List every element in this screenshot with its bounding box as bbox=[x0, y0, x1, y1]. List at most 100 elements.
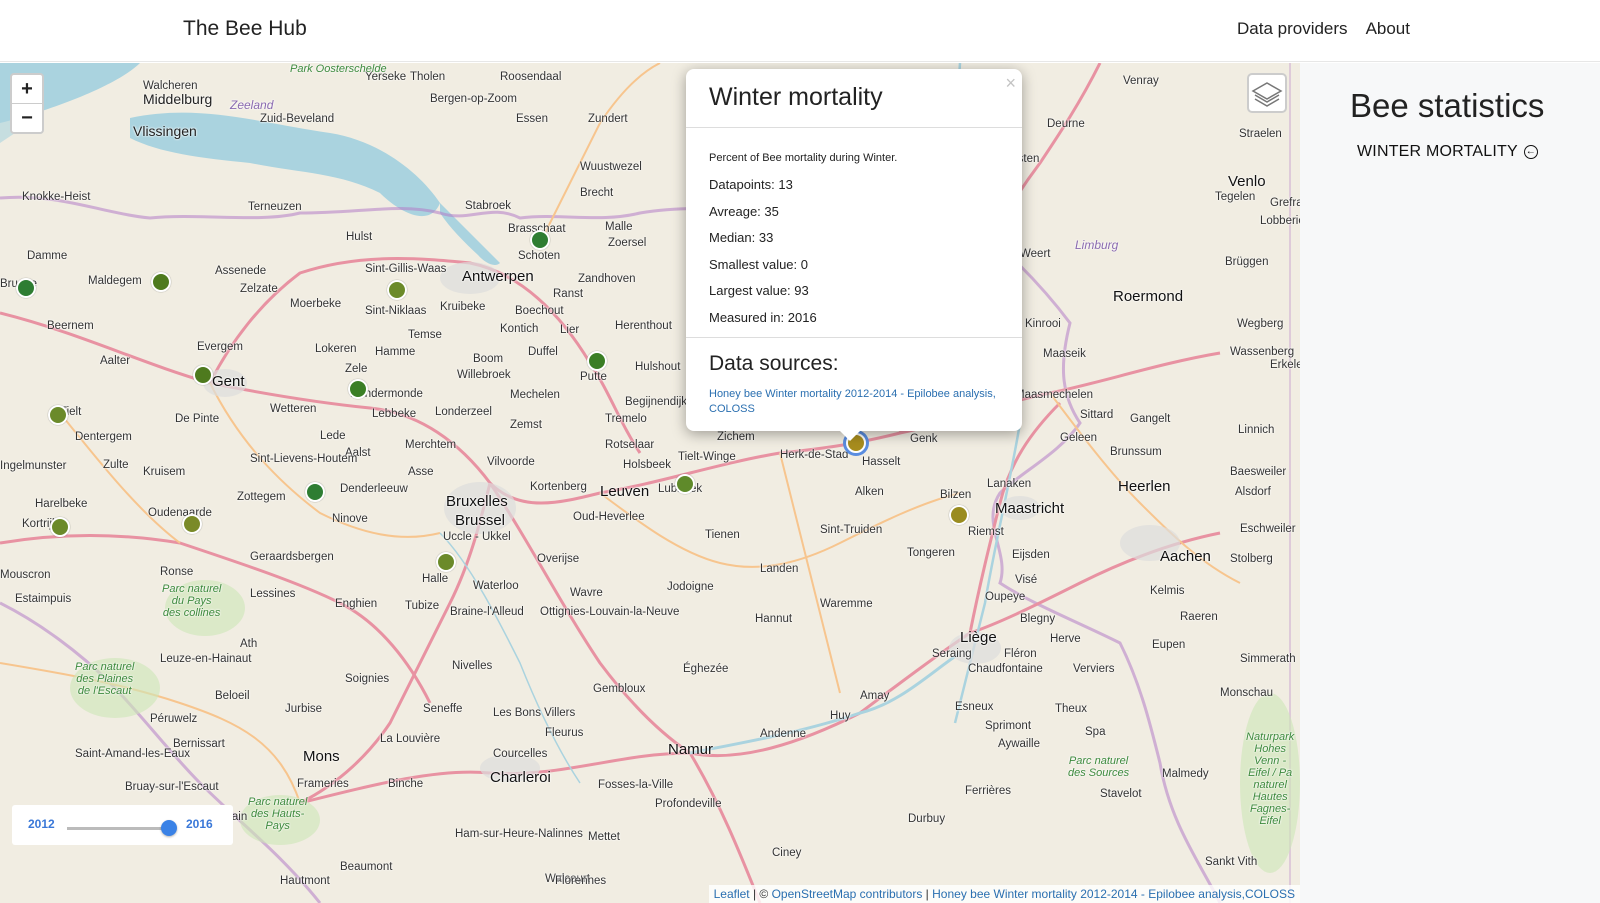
place-label: Ottignies-Louvain-la-Neuve bbox=[540, 606, 680, 618]
map-marker[interactable] bbox=[675, 474, 695, 494]
place-label: Wetteren bbox=[270, 403, 317, 415]
popup-stat-measured: Measured in: 2016 bbox=[709, 310, 817, 325]
place-label: Damme bbox=[27, 250, 68, 262]
place-label: Amay bbox=[860, 690, 890, 702]
place-label: Bilzen bbox=[940, 489, 972, 501]
place-label: Tubize bbox=[405, 600, 440, 612]
place-label: Kruibeke bbox=[440, 301, 486, 313]
nav-about[interactable]: About bbox=[1366, 19, 1410, 39]
place-label: Lebbeke bbox=[372, 408, 417, 420]
nav-data-providers[interactable]: Data providers bbox=[1237, 19, 1348, 39]
place-label: Tholen bbox=[410, 71, 446, 83]
place-label: Wegberg bbox=[1237, 318, 1284, 330]
map-marker[interactable] bbox=[182, 514, 202, 534]
place-label: Herenthout bbox=[615, 320, 672, 332]
place-label: Brussel bbox=[455, 512, 506, 529]
place-label: Maaseik bbox=[1043, 348, 1086, 360]
place-label: Venray bbox=[1123, 75, 1159, 87]
place-label: Wavre bbox=[570, 587, 603, 599]
place-label: Malle bbox=[605, 221, 633, 233]
place-label: Zottegem bbox=[237, 491, 286, 503]
place-label: Brecht bbox=[580, 187, 614, 199]
sidebar-item-winter-mortality[interactable]: WINTER MORTALITY ← bbox=[1357, 143, 1538, 161]
place-label: Geraardsbergen bbox=[250, 551, 334, 563]
zoom-control: + − bbox=[10, 73, 44, 134]
place-label: Raeren bbox=[1180, 611, 1218, 623]
leaflet-link[interactable]: Leaflet bbox=[714, 887, 750, 901]
map-marker[interactable] bbox=[436, 552, 456, 572]
osm-link[interactable]: OpenStreetMap contributors bbox=[772, 887, 923, 901]
place-label: Ferrières bbox=[965, 785, 1012, 797]
place-label: Waterloo bbox=[473, 580, 519, 592]
map-marker[interactable] bbox=[387, 280, 407, 300]
place-label: Jurbise bbox=[285, 703, 323, 715]
place-label: Kinrooi bbox=[1025, 318, 1061, 330]
popup-close-button[interactable]: × bbox=[1005, 73, 1016, 94]
year-slider-fill bbox=[67, 827, 169, 830]
place-label: Asse bbox=[408, 466, 434, 478]
place-label: Péruwelz bbox=[150, 713, 198, 725]
map-marker[interactable] bbox=[16, 278, 36, 298]
map-marker[interactable] bbox=[949, 505, 969, 525]
zoom-in-button[interactable]: + bbox=[12, 75, 42, 104]
place-label: Blegny bbox=[1020, 613, 1056, 625]
map-marker[interactable] bbox=[587, 351, 607, 371]
place-label: Spa bbox=[1085, 726, 1106, 738]
map-marker[interactable] bbox=[151, 272, 171, 292]
slider-min-label: 2012 bbox=[28, 817, 55, 831]
map[interactable]: Middelburg Walcheren Zeeland Zuid-Beveland V… bbox=[0, 63, 1300, 903]
map-marker[interactable] bbox=[348, 379, 368, 399]
place-label: Saint-Amand-les-Eaux bbox=[75, 748, 191, 760]
place-label: Florennes bbox=[555, 875, 607, 887]
place-label: Andenne bbox=[760, 728, 807, 740]
map-marker[interactable] bbox=[530, 230, 550, 250]
popup-stat-smallest: Smallest value: 0 bbox=[709, 257, 808, 272]
sidebar-item-label: WINTER MORTALITY bbox=[1357, 143, 1518, 160]
place-label: Malmedy bbox=[1162, 768, 1209, 780]
place-label: Genk bbox=[910, 433, 938, 445]
place-label: Lessines bbox=[250, 588, 296, 600]
place-label: Leuven bbox=[600, 483, 650, 500]
park-label: Parc naturel du Pays des collines bbox=[162, 583, 222, 619]
place-label: Hulst bbox=[346, 231, 373, 243]
popup-stat-median: Median: 33 bbox=[709, 230, 774, 245]
map-marker[interactable] bbox=[48, 405, 68, 425]
attribution-separator: | © bbox=[749, 887, 772, 901]
place-label: Kortenberg bbox=[530, 481, 587, 493]
place-label: Erkelenz bbox=[1270, 359, 1300, 371]
popup-divider bbox=[686, 337, 1022, 338]
place-label: Les Bons Villers bbox=[493, 707, 576, 719]
source-link[interactable]: Honey bee Winter mortality 2012-2014 - E… bbox=[932, 887, 1295, 901]
place-label: Tongeren bbox=[907, 547, 955, 559]
place-label: Zeeland bbox=[230, 98, 274, 112]
place-label: Kruisem bbox=[143, 466, 186, 478]
place-label: Enghien bbox=[335, 598, 378, 610]
place-label: Maastricht bbox=[995, 500, 1065, 517]
place-label: Landen bbox=[760, 563, 799, 575]
place-label: De Pinte bbox=[175, 413, 220, 425]
brand-title[interactable]: The Bee Hub bbox=[183, 17, 307, 41]
map-marker[interactable] bbox=[305, 482, 325, 502]
place-label: Deurne bbox=[1047, 118, 1085, 130]
place-label: Theux bbox=[1055, 703, 1087, 715]
map-marker[interactable] bbox=[50, 517, 70, 537]
place-label: Frameries bbox=[297, 778, 349, 790]
place-label: Vlissingen bbox=[133, 123, 197, 139]
place-label: Overijse bbox=[537, 553, 580, 565]
place-label: Boom bbox=[473, 353, 504, 365]
place-label: Oud-Heverlee bbox=[573, 511, 645, 523]
circle-arrow-left-icon: ← bbox=[1523, 145, 1538, 159]
place-label: Straelen bbox=[1239, 128, 1282, 140]
place-label: Ciney bbox=[772, 847, 802, 859]
year-slider-handle[interactable] bbox=[161, 820, 177, 836]
place-label: Eijsden bbox=[1012, 549, 1050, 561]
map-marker[interactable] bbox=[193, 365, 213, 385]
place-label: Lanaken bbox=[987, 478, 1032, 490]
popup-stat-average: Avreage: 35 bbox=[709, 204, 779, 219]
zoom-out-button[interactable]: − bbox=[12, 104, 42, 132]
place-label: Dentergem bbox=[75, 431, 132, 443]
year-slider-track[interactable] bbox=[67, 827, 169, 830]
place-label: Gangelt bbox=[1130, 413, 1171, 425]
layers-control-button[interactable] bbox=[1247, 73, 1287, 113]
popup-source-link[interactable]: Honey bee Winter mortality 2012-2014 - E… bbox=[709, 387, 1009, 417]
